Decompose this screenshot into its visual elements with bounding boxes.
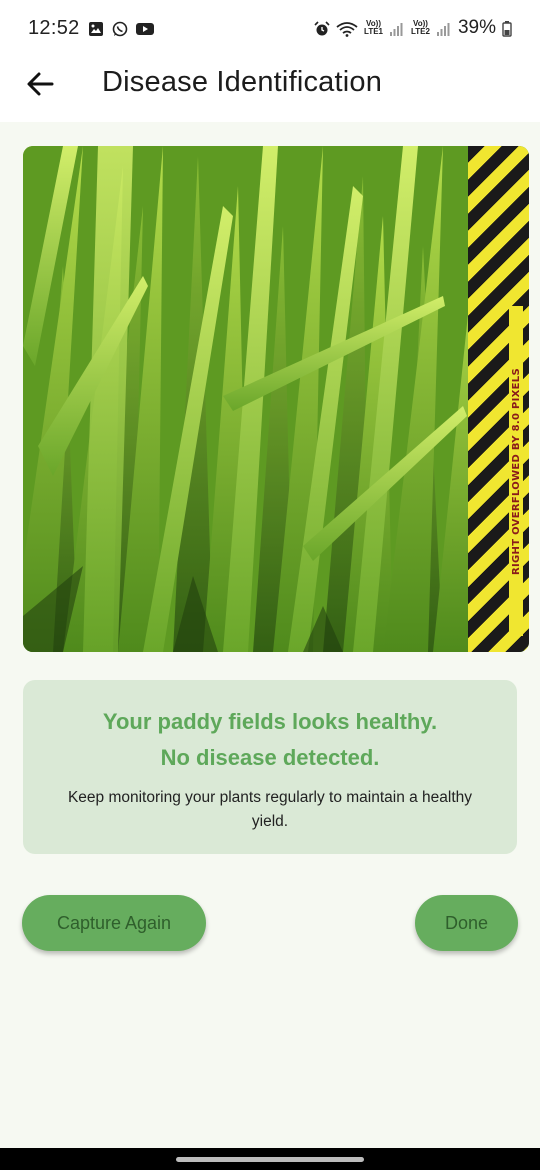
arrow-left-icon [26,70,54,103]
youtube-icon [135,20,154,36]
result-title: Your paddy fields looks healthy. No dise… [23,704,517,776]
battery-icon [502,20,512,37]
lte-label-2: LTE2 [411,27,430,36]
status-bar: 12:52 Vo)) LTE1 Vo)) LTE2 39% [0,0,540,56]
done-button[interactable]: Done [415,895,518,951]
battery-percent: 39% [457,17,496,38]
captured-photo: RIGHT OVERFLOWED BY 8.0 PIXELS [23,146,529,652]
status-time: 12:52 [28,16,80,39]
signal-icon-2 [436,20,452,36]
result-description: Keep monitoring your plants regularly to… [67,789,473,830]
result-title-line2: No disease detected. [160,745,380,770]
volte-lte1: Vo)) LTE1 [364,20,383,36]
navigation-bar [0,1148,540,1170]
signal-icon [389,20,405,36]
home-gesture-handle[interactable] [176,1157,364,1162]
capture-again-button[interactable]: Capture Again [22,895,206,951]
lte-label-1: LTE1 [364,27,383,36]
whatsapp-icon [112,20,128,37]
status-bar-left: 12:52 [28,16,154,40]
overflow-warning-text: RIGHT OVERFLOWED BY 8.0 PIXELS [510,367,522,575]
wifi-icon [336,20,358,37]
alarm-icon [314,20,330,36]
status-bar-right: Vo)) LTE1 Vo)) LTE2 39% [314,17,512,39]
result-title-line1: Your paddy fields looks healthy. [102,709,438,734]
volte-lte2: Vo)) LTE2 [411,20,430,36]
app-bar: Disease Identification [0,56,540,122]
paddy-field-image [23,146,529,652]
back-button[interactable] [22,68,58,104]
gallery-icon [88,20,104,36]
result-card: Your paddy fields looks healthy. No dise… [23,680,517,854]
page-title: Disease Identification [102,66,383,98]
overflow-warning-label: RIGHT OVERFLOWED BY 8.0 PIXELS [509,306,523,636]
